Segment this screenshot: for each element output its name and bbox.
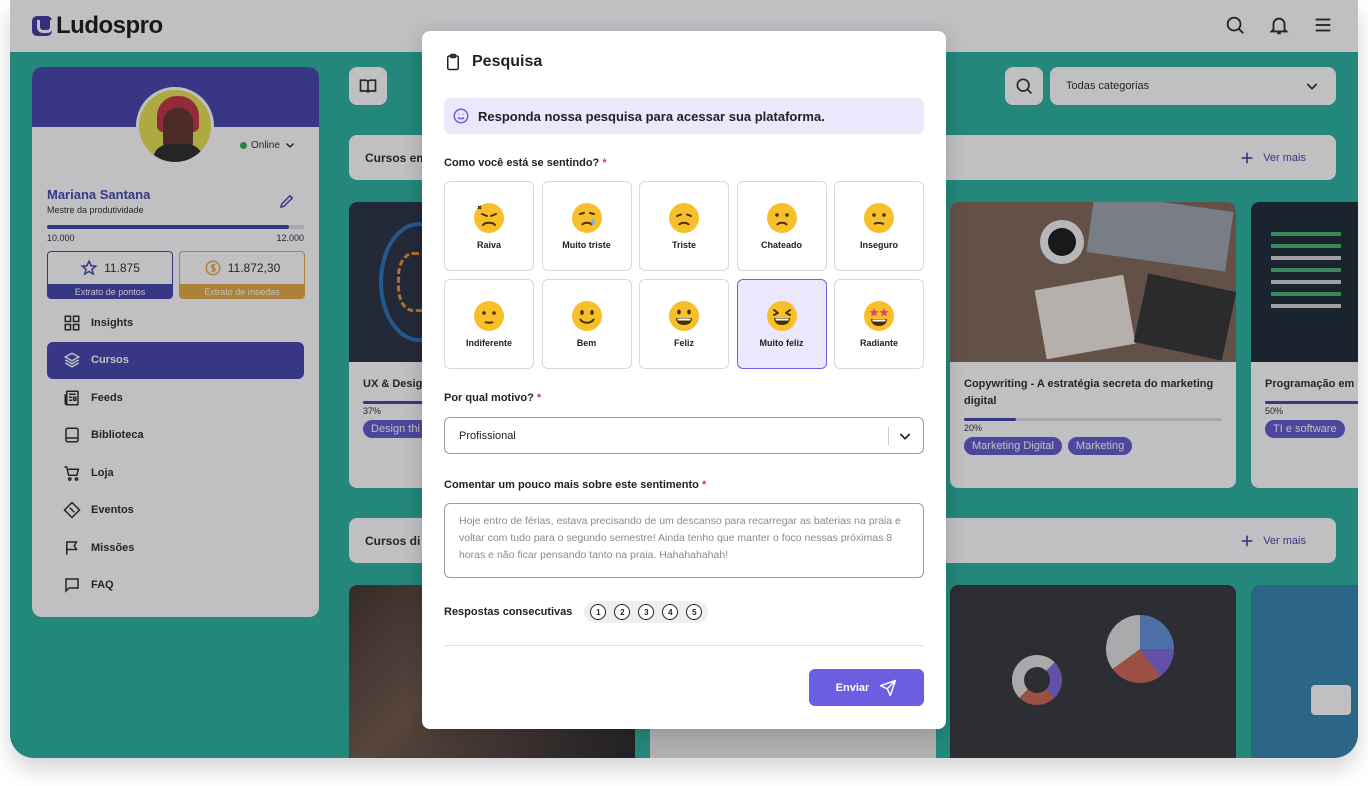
modal-title: Pesquisa (472, 53, 543, 70)
streak-pill: 5 (686, 604, 703, 620)
consecutive-answers: Respostas consecutivas 1 2 3 4 5 (444, 601, 709, 623)
emotion-option-inseguro[interactable]: Inseguro (834, 181, 924, 271)
frowning-face-icon (766, 203, 797, 233)
required-mark: * (701, 479, 707, 491)
banner-text: Responda nossa pesquisa para acessar sua… (478, 108, 825, 124)
sad-face-icon (669, 203, 699, 233)
emotion-option-muito-triste[interactable]: Muito triste (541, 181, 632, 271)
emotion-label: Raiva (476, 240, 502, 250)
emotion-label: Chateado (760, 240, 802, 250)
angry-face-icon (474, 203, 504, 233)
streak-pill: 1 (590, 604, 607, 620)
modal-header: Pesquisa (444, 53, 542, 71)
emotion-label: Radiante (859, 337, 898, 348)
survey-modal: Pesquisa Responda nossa pesquisa para ac… (422, 31, 946, 729)
streak-pill: 2 (614, 604, 631, 620)
info-banner: Responda nossa pesquisa para acessar sua… (444, 98, 924, 134)
emotion-option-chateado[interactable]: Chateado (736, 181, 827, 271)
neutral-face-icon (474, 300, 504, 331)
emotion-label: Muito triste (562, 240, 611, 250)
emotion-label: Feliz (673, 337, 694, 348)
emotion-option-bem[interactable]: Bem (541, 278, 632, 369)
smiling-face-icon (571, 300, 602, 331)
streak-label: Respostas consecutivas (444, 606, 573, 618)
select-separator (888, 427, 889, 445)
emotion-option-indiferente[interactable]: Indiferente (444, 278, 534, 369)
required-mark: * (536, 392, 542, 404)
confused-face-icon (864, 203, 894, 233)
send-button[interactable]: Enviar (809, 669, 924, 706)
emotion-option-muito-feliz[interactable]: Muito feliz (736, 278, 827, 369)
emotion-option-radiante[interactable]: Radiante (834, 278, 924, 369)
emotion-label: Inseguro (859, 240, 898, 250)
question-text: Comentar um pouco mais sobre este sentim… (444, 479, 699, 491)
reason-select-value: Profissional (459, 429, 516, 442)
emotion-option-raiva[interactable]: Raiva (444, 181, 534, 271)
emotion-option-feliz[interactable]: Feliz (639, 278, 729, 369)
question-feeling: Como você está se sentindo? * (444, 157, 607, 169)
emotion-label: Triste (671, 240, 696, 250)
modal-divider (444, 645, 924, 646)
emotion-label: Bem (576, 337, 597, 348)
streak-pills: 1 2 3 4 5 (584, 601, 709, 623)
question-text: Por qual motivo? (444, 392, 534, 404)
chevron-down-icon (899, 433, 911, 440)
star-struck-face-icon (864, 300, 894, 331)
emotion-label: Indiferente (465, 337, 512, 348)
crying-face-icon (571, 203, 602, 233)
streak-pill: 4 (662, 604, 679, 620)
question-comment: Comentar um pouco mais sobre este sentim… (444, 479, 706, 491)
reason-select[interactable]: Profissional (444, 417, 924, 454)
emotion-grid: Raiva Muito triste Triste Chateado Inseg… (444, 181, 924, 369)
send-button-label: Enviar (835, 681, 870, 694)
send-plane-icon (880, 679, 897, 696)
smile-icon (453, 108, 469, 124)
emotion-option-triste[interactable]: Triste (639, 181, 729, 271)
question-text: Como você está se sentindo? (444, 157, 600, 169)
grinning-face-icon (669, 300, 699, 331)
emotion-label: Muito feliz (759, 337, 804, 348)
laughing-face-icon (766, 300, 797, 331)
required-mark: * (602, 157, 607, 169)
comment-textarea[interactable]: Hoje entro de férias, estava precisando … (444, 503, 924, 578)
question-reason: Por qual motivo? * (444, 392, 541, 404)
clipboard-icon (447, 53, 459, 71)
streak-pill: 3 (638, 604, 655, 620)
